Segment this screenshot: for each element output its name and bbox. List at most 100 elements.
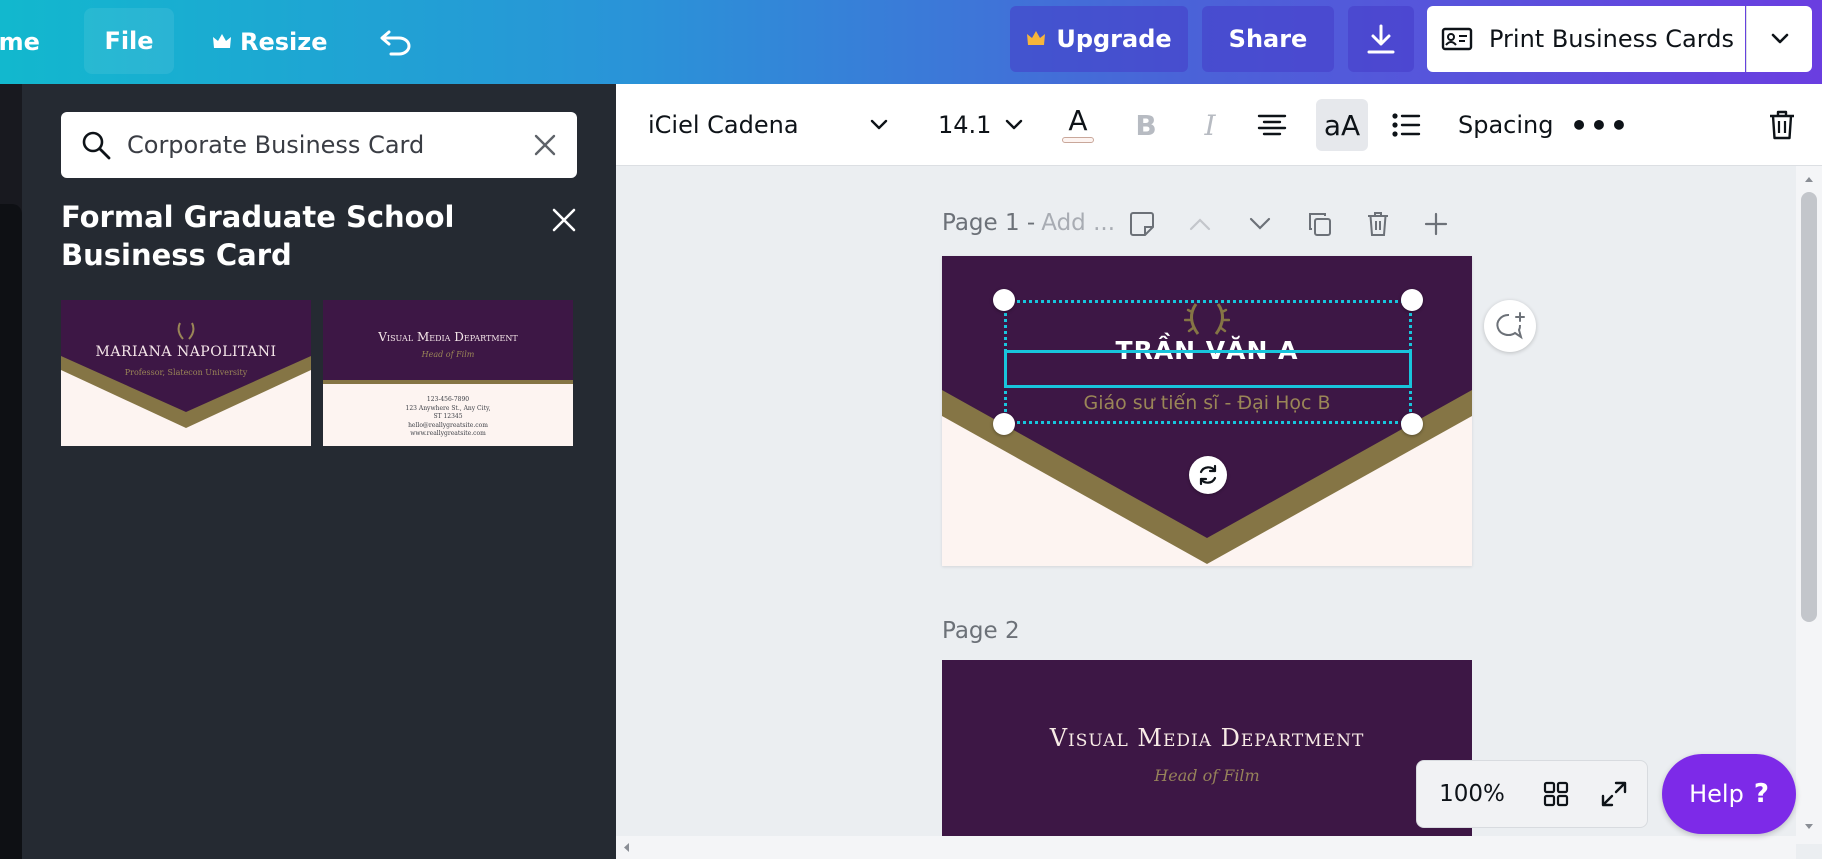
text-color-icon: A [1068,104,1088,137]
page-1-label[interactable]: Page 1 - Add ... [942,210,1115,236]
template-thumbnail-front[interactable]: MARIANA NAPOLITANI Professor, Slatecon U… [61,300,311,446]
share-button[interactable]: Share [1202,6,1334,72]
close-template-button[interactable] [546,202,582,238]
share-label: Share [1228,25,1308,53]
chevron-down-icon [1006,119,1023,130]
zoom-level-button[interactable]: 100% [1417,781,1527,807]
resize-handle-top-left[interactable] [993,289,1015,311]
template-search-input[interactable] [127,131,517,159]
font-size-value: 14.1 [938,111,992,139]
text-color-button[interactable]: A [1058,84,1098,166]
sticky-note-icon [1130,212,1154,236]
left-rail-panel [0,204,22,859]
page-2-label[interactable]: Page 2 [942,618,1020,644]
undo-button[interactable] [376,0,416,84]
comment-add-icon [1496,312,1525,340]
download-icon [1367,24,1395,54]
duplicate-icon [1309,213,1331,236]
thumbnail-subtitle: Head of Film [421,350,475,359]
contact-email: hello@reallygreatsite.com [408,421,488,429]
trash-icon [1770,110,1794,140]
thumbnail-subtitle: Professor, Slatecon University [124,368,248,377]
grid-view-button[interactable] [1527,760,1585,828]
template-thumbnail-back[interactable]: Visual Media Department Head of Film 123… [323,300,573,446]
delete-page-button[interactable] [1360,206,1396,242]
crown-icon [1027,31,1046,45]
add-page-title[interactable]: Add ... [1041,210,1115,236]
text-selection-box [1004,350,1412,388]
undo-icon [380,30,411,56]
role-text[interactable]: Head of Film [942,766,1472,785]
help-button[interactable]: Help ? [1662,754,1796,834]
print-business-cards-button[interactable]: Print Business Cards [1427,6,1745,72]
vertical-scrollbar[interactable] [1796,166,1822,844]
top-bar: Home File Resize Upgrade Share Print Bus… [0,0,1822,84]
text-color-swatch [1062,137,1094,143]
clear-search-icon[interactable] [533,133,557,157]
zoom-controls: 100% [1416,760,1648,828]
close-icon [552,208,576,232]
resize-button[interactable]: Resize [212,0,328,84]
move-page-down-button[interactable] [1242,206,1278,242]
resize-handle-bottom-right[interactable] [1401,413,1423,435]
page-2-card[interactable]: Visual Media Department Head of Film [942,660,1472,844]
print-label: Print Business Cards [1489,25,1734,53]
add-page-button[interactable] [1418,206,1454,242]
expand-icon [1601,781,1627,807]
vertical-scroll-thumb[interactable] [1801,192,1817,622]
template-title: Formal Graduate School Business Card [61,200,455,272]
rotate-handle[interactable] [1189,456,1227,494]
bullet-list-icon [1392,113,1421,137]
add-comment-button[interactable] [1484,300,1536,352]
thumbnail-name: Visual Media Department [378,330,518,344]
contact-address: 123 Anywhere St., Any City, [405,404,491,412]
chevron-down-icon [1771,33,1788,44]
align-center-icon [1257,114,1287,136]
horizontal-scrollbar[interactable] [616,836,1796,859]
more-options-button[interactable]: ••• [1570,84,1628,166]
contact-phone: 123-456-7890 [426,396,470,403]
spacing-button[interactable]: Spacing [1458,84,1553,166]
question-mark-icon: ? [1753,779,1769,809]
page-1-card[interactable]: TRẦN VĂN A Giáo sư tiến sĩ - Đại Học B [942,256,1472,566]
page-notes-button[interactable] [1124,206,1160,242]
font-family-dropdown[interactable]: iCiel Cadena [648,84,888,166]
italic-button[interactable]: I [1190,84,1230,166]
resize-handle-bottom-left[interactable] [993,413,1015,435]
print-options-dropdown[interactable] [1746,6,1812,72]
design-canvas[interactable]: Page 1 - Add ... TRẦN VĂN A Giáo sư tiến… [616,166,1796,844]
chevron-down-icon [870,119,888,130]
move-page-up-button[interactable] [1182,206,1218,242]
thumbnail-contact: 123-456-7890 123 Anywhere St., Any City,… [323,396,573,439]
list-button[interactable] [1386,84,1426,166]
spacing-label: Spacing [1458,111,1554,139]
bold-button[interactable]: B [1126,84,1166,166]
more-icon: ••• [1570,108,1630,142]
home-button[interactable]: Home [0,0,46,84]
delete-element-button[interactable] [1762,84,1802,166]
file-menu-button[interactable]: File [84,8,174,74]
italic-icon: I [1204,108,1216,142]
crown-icon [213,34,231,48]
font-size-dropdown[interactable]: 14.1 [938,84,1023,166]
template-search-box [61,112,577,178]
fullscreen-button[interactable] [1585,760,1643,828]
duplicate-page-button[interactable] [1302,206,1338,242]
scroll-down-arrow-icon [1805,824,1813,829]
search-icon [82,131,111,160]
templates-panel: Formal Graduate School Business Card MAR… [22,84,646,859]
chevron-up-icon [1189,218,1211,231]
business-card-icon [1441,27,1473,51]
chevron-down-icon [1249,217,1271,230]
plus-icon [1424,212,1448,236]
text-align-button[interactable] [1250,84,1294,166]
scroll-left-arrow-icon [624,843,629,852]
download-button[interactable] [1348,6,1414,72]
resize-handle-top-right[interactable] [1401,289,1423,311]
upgrade-label: Upgrade [1056,25,1172,53]
letter-case-button[interactable]: aA [1316,99,1368,151]
bold-icon: B [1135,108,1157,142]
upgrade-button[interactable]: Upgrade [1010,6,1188,72]
contact-website: www.reallygreatsite.com [410,430,486,437]
department-text[interactable]: Visual Media Department [942,724,1472,752]
